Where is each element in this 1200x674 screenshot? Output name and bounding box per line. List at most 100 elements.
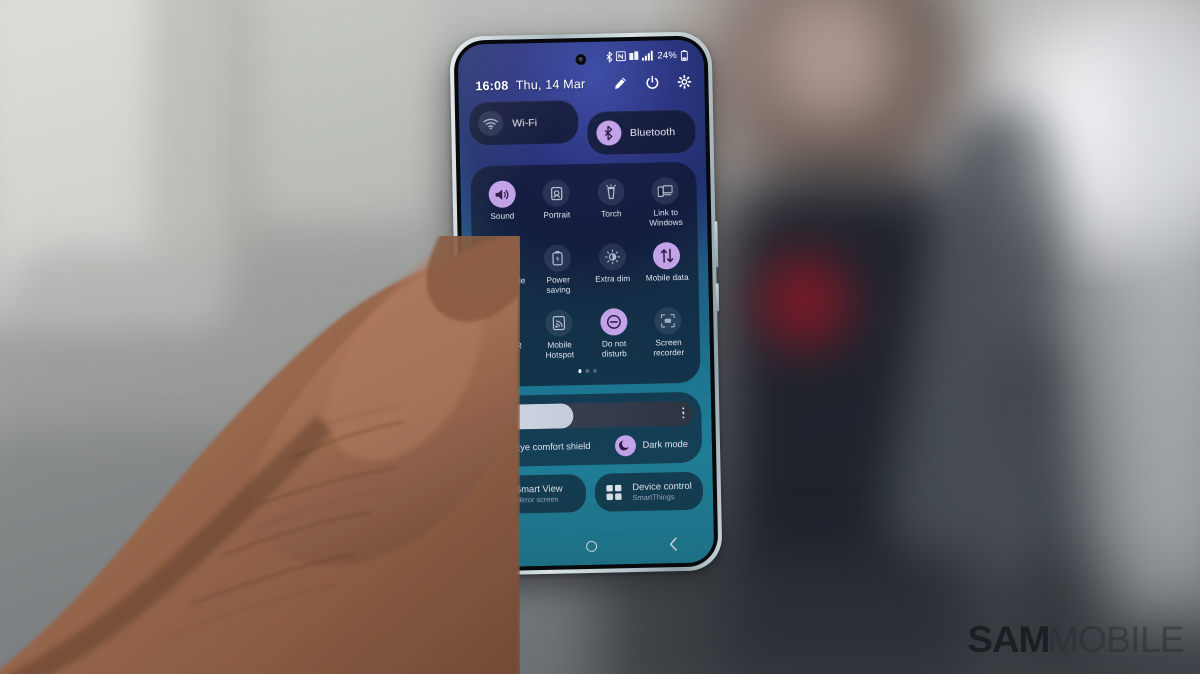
do-not-disturb-icon [599, 308, 628, 336]
device-control-texts: Device control SmartThings [632, 480, 692, 502]
background-bokeh-red [758, 255, 850, 347]
wifi-label: Wi-Fi [512, 116, 538, 130]
recents-icon [504, 542, 514, 553]
tile-screen-recorder[interactable]: Screen recorder [640, 302, 696, 359]
quick-settings-panel: Wi-Fi Bluetooth Sound Portrait Torch Lin… [468, 98, 704, 514]
kebab-menu-icon[interactable] [681, 407, 685, 419]
smart-view-subtitle: Mirror screen [515, 494, 559, 505]
status-bar: 24% [458, 46, 704, 67]
sound-icon [488, 180, 516, 209]
tile-label: Extra dim [595, 274, 631, 284]
tile-mobile-data[interactable]: Mobile data [639, 237, 695, 294]
wifi-pill[interactable]: Wi-Fi [468, 100, 579, 146]
watermark-bold: SAM [967, 619, 1051, 660]
tile-link-to-windows[interactable]: Link to Windows [638, 172, 694, 229]
power-button[interactable] [715, 283, 720, 312]
nfc-icon [615, 51, 626, 62]
clock-date: 16:08 Thu, 14 Mar [475, 77, 585, 93]
device-control-icon [603, 481, 624, 502]
wifi-icon [477, 110, 504, 137]
device-control-card[interactable]: Device control SmartThings [594, 471, 704, 512]
tile-power-saving[interactable]: Power saving [530, 239, 586, 296]
page-dot[interactable] [593, 368, 597, 373]
torch-icon [597, 178, 625, 206]
tile-label: Mobile data [645, 272, 689, 283]
eye-comfort-shield-label: Eye comfort shield [513, 440, 591, 453]
tile-sound[interactable]: Sound [474, 175, 530, 232]
watermark-light: MOBILE [1047, 619, 1185, 660]
device-control-subtitle: SmartThings [632, 491, 675, 502]
tile-label: Screen recorder [653, 338, 685, 358]
tile-mobile-hotspot[interactable]: Mobile Hotspot [532, 304, 588, 361]
panel-header: 16:08 Thu, 14 Mar [458, 66, 705, 101]
smart-view-card[interactable]: Smart View Mirror screen [476, 473, 586, 514]
back-button[interactable] [632, 536, 714, 552]
tile-row: Flight mode Power saving Extra dim Mobil… [476, 237, 695, 298]
signal-icon [641, 50, 653, 61]
back-icon [669, 537, 677, 551]
clock-label: 16:08 [475, 78, 509, 94]
display-toggles: Eye comfort shield Dark mode [484, 433, 694, 459]
tile-extra-dim[interactable]: Extra dim [585, 238, 641, 295]
settings-icon[interactable] [677, 75, 692, 89]
bluetooth-label: Bluetooth [629, 125, 676, 139]
battery-icon [544, 244, 572, 272]
navigation-bar [468, 530, 714, 561]
dark-mode-label: Dark mode [642, 438, 689, 450]
tile-flight-mode[interactable]: Flight mode [476, 240, 532, 297]
smart-view-icon [486, 484, 507, 505]
tile-label: Sound [490, 211, 515, 221]
tile-label: Link to Windows [649, 208, 683, 228]
tile-label: Power saving [546, 275, 571, 295]
smartphone: 24% 16:08 Thu, 14 Mar Wi-Fi Bluetooth So… [449, 31, 723, 576]
bluetooth-icon [606, 50, 613, 63]
tile-label: Do not disturb [601, 339, 627, 359]
bluetooth-icon [595, 120, 622, 146]
date-label: Thu, 14 Mar [515, 76, 586, 93]
qr-scan-icon [490, 310, 519, 338]
battery-icon [680, 49, 688, 61]
tile-torch[interactable]: Torch [583, 173, 639, 230]
page-indicator [478, 367, 696, 375]
brightness-card: Eye comfort shield Dark mode [474, 391, 703, 467]
connectivity-pills: Wi-Fi Bluetooth [468, 98, 696, 158]
background-blur-band [0, 250, 430, 450]
tile-do-not-disturb[interactable]: Do not disturb [586, 303, 642, 360]
recents-button[interactable] [468, 542, 550, 554]
airplane-icon [489, 245, 518, 274]
header-actions [613, 75, 692, 91]
link-to-windows-icon [651, 177, 680, 205]
tile-portrait[interactable]: Portrait [529, 174, 585, 231]
tile-label: Flight mode [482, 276, 526, 287]
page-dot[interactable] [585, 368, 590, 373]
portrait-icon [542, 179, 571, 207]
screen-recorder-icon [654, 307, 682, 335]
tile-label: Scan QR code [488, 341, 522, 361]
edit-icon[interactable] [613, 76, 627, 90]
eye-comfort-icon [485, 437, 508, 459]
tile-grid-card: Sound Portrait Torch Link to Windows Fli… [470, 161, 701, 387]
watermark: SAM MOBILE [967, 619, 1185, 660]
dark-mode-icon [614, 434, 636, 456]
dark-mode-toggle[interactable]: Dark mode [614, 433, 688, 456]
extra-dim-icon [598, 243, 627, 271]
background-blur-band [250, 0, 430, 220]
background-wall-right [1110, 0, 1200, 620]
power-icon[interactable] [645, 75, 659, 89]
battery-percent-label: 24% [657, 49, 677, 61]
smart-view-title: Smart View [514, 482, 563, 495]
eye-comfort-shield-toggle[interactable]: Eye comfort shield [485, 435, 591, 459]
brightness-slider[interactable] [483, 400, 694, 430]
bluetooth-pill[interactable]: Bluetooth [586, 109, 696, 155]
brightness-icon [491, 408, 505, 426]
tile-scan-qr-code[interactable]: Scan QR code [477, 305, 533, 362]
network-icon [628, 51, 639, 61]
background-blur-band [0, 430, 400, 674]
tile-label: Portrait [543, 210, 571, 220]
home-button[interactable] [550, 540, 632, 553]
hotspot-icon [545, 309, 573, 337]
tile-row: Scan QR code Mobile Hotspot Do not distu… [477, 302, 696, 363]
page-dot-active[interactable] [578, 369, 582, 373]
tile-row: Sound Portrait Torch Link to Windows [474, 172, 693, 233]
phone-screen: 24% 16:08 Thu, 14 Mar Wi-Fi Bluetooth So… [457, 39, 715, 568]
